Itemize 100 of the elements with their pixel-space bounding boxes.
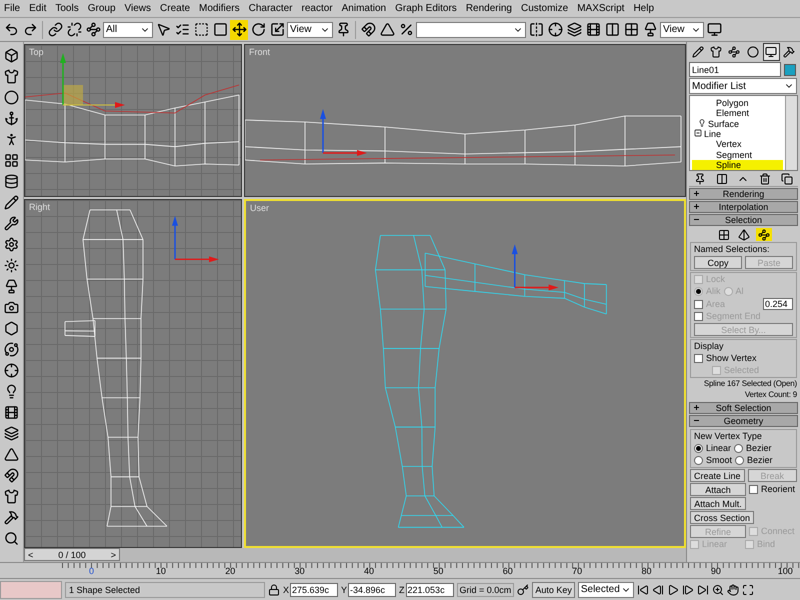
- selection-filter-dropdown[interactable]: All: [103, 22, 153, 38]
- side-tool-button[interactable]: [2, 487, 20, 505]
- named-selection-dropdown[interactable]: [416, 22, 526, 38]
- modifier-stack-item[interactable]: Spline: [692, 160, 783, 170]
- segment-end-checkbox[interactable]: [694, 312, 703, 321]
- menu-item[interactable]: Create: [160, 3, 190, 14]
- coordinate-field[interactable]: 275.639c: [290, 582, 338, 596]
- menu-item[interactable]: Rendering: [466, 3, 512, 14]
- view-dropdown[interactable]: View: [660, 22, 704, 38]
- triangle-icon: [4, 446, 19, 462]
- link-icon: [48, 22, 62, 37]
- radio-button[interactable]: [734, 444, 744, 453]
- reorient-checkbox[interactable]: [749, 485, 758, 494]
- frame-counter[interactable]: < 0 / 100 >: [24, 548, 120, 561]
- radio-button[interactable]: [724, 287, 733, 296]
- menu-item[interactable]: Graph Editors: [395, 3, 457, 14]
- modifier-stack-item[interactable]: Element: [692, 108, 783, 119]
- rollout-header[interactable]: Soft Selection: [689, 402, 798, 414]
- side-tool-button[interactable]: [2, 193, 20, 211]
- list-icon: [174, 22, 190, 37]
- radio-button[interactable]: [694, 456, 703, 465]
- modifier-stack-item[interactable]: Vertex: [692, 139, 783, 150]
- reference-coordinate-dropdown[interactable]: View: [287, 22, 333, 38]
- toolbar-button[interactable]: [546, 20, 564, 40]
- subobject-level-button[interactable]: [736, 228, 752, 241]
- menu-item[interactable]: Customize: [520, 3, 568, 14]
- modifier-stack-item[interactable]: Segment: [692, 149, 783, 160]
- coordinate-field[interactable]: 221.053c: [406, 582, 454, 596]
- object-name-field[interactable]: Line01: [689, 62, 781, 77]
- color-swatch[interactable]: [784, 64, 796, 76]
- rollout-header[interactable]: Interpolation: [689, 201, 798, 213]
- subobject-level-button[interactable]: [756, 228, 772, 241]
- attach-button[interactable]: Attach: [690, 483, 746, 496]
- coordinate-field[interactable]: -34.896c: [348, 582, 396, 596]
- menu-item[interactable]: MAXScript: [577, 3, 624, 14]
- panel-tab[interactable]: [762, 43, 780, 61]
- radio-button[interactable]: [694, 287, 703, 296]
- side-tool-button[interactable]: [2, 361, 20, 379]
- collapse-icon[interactable]: [694, 128, 702, 137]
- frame-label: 20: [225, 566, 236, 576]
- menu-item[interactable]: Help: [633, 3, 654, 14]
- toolbar-button[interactable]: [359, 20, 377, 40]
- nodes-icon: [86, 22, 100, 37]
- axis-gizmo-icon[interactable]: [512, 244, 559, 290]
- side-tool-button[interactable]: [2, 46, 20, 64]
- menu-item[interactable]: File: [4, 3, 20, 14]
- area-checkbox[interactable]: [694, 300, 703, 308]
- create-line-button[interactable]: Create Line: [690, 469, 745, 482]
- group-label: Named Selections:: [694, 244, 771, 255]
- modifier-list-dropdown[interactable]: Modifier List: [689, 78, 797, 94]
- pin-icon: [336, 22, 350, 37]
- menu-item[interactable]: Modifiers: [199, 3, 240, 14]
- menu-item[interactable]: Character: [248, 3, 293, 14]
- shirt-icon: [4, 68, 19, 84]
- attach-mult-button[interactable]: Attach Mult.: [690, 497, 746, 510]
- side-tool-button[interactable]: [2, 424, 20, 442]
- side-tool-button[interactable]: [2, 88, 20, 106]
- side-tool-button[interactable]: [2, 67, 20, 85]
- side-tool-button[interactable]: [2, 109, 20, 127]
- rollout-header[interactable]: Geometry: [689, 415, 798, 427]
- frame-label: 60: [502, 566, 513, 576]
- pencil-icon: [4, 194, 19, 210]
- menu-item[interactable]: Animation: [342, 3, 386, 14]
- menu-item[interactable]: Views: [124, 3, 152, 14]
- move-icon: [232, 22, 246, 37]
- toolbar-button[interactable]: [565, 20, 583, 40]
- rollout-header[interactable]: Rendering: [689, 188, 798, 200]
- side-tool-button[interactable]: [2, 340, 20, 358]
- menu-item[interactable]: Edit: [29, 3, 46, 14]
- tool-button[interactable]: [230, 20, 248, 40]
- side-tool-button[interactable]: [2, 466, 20, 484]
- area-input-field[interactable]: 0.254: [763, 298, 793, 310]
- toolbar-button[interactable]: [84, 20, 102, 40]
- toolbar-button[interactable]: [46, 20, 64, 40]
- menu-item[interactable]: reactor: [302, 3, 333, 14]
- radio-button[interactable]: [735, 456, 744, 465]
- menu-item[interactable]: Tools: [55, 3, 79, 14]
- lightbulb-icon[interactable]: [698, 118, 706, 127]
- side-tool-button[interactable]: [2, 214, 20, 232]
- scrollbar[interactable]: [785, 96, 797, 170]
- hammer-icon: [783, 46, 796, 58]
- rollout-header[interactable]: Selection: [689, 214, 798, 226]
- modifier-stack-item[interactable]: Polygon: [692, 98, 783, 108]
- cross-section-button[interactable]: Cross Section: [690, 511, 754, 524]
- side-tool-button[interactable]: [2, 256, 20, 274]
- shirt-icon: [4, 488, 19, 504]
- menu-item[interactable]: Group: [88, 3, 116, 14]
- side-tool-button[interactable]: [2, 319, 20, 337]
- radio-button[interactable]: [694, 444, 703, 453]
- frame-label: 0: [89, 566, 94, 576]
- side-tool-button[interactable]: [2, 235, 20, 253]
- key-mode-dropdown[interactable]: Selected: [578, 582, 634, 598]
- side-tool-button[interactable]: [2, 172, 20, 190]
- toolbar-button[interactable]: [65, 20, 83, 40]
- show-vertex-checkbox[interactable]: [694, 354, 703, 363]
- axis-gizmo-icon[interactable]: [320, 109, 367, 156]
- auto-key-button[interactable]: Auto Key: [532, 582, 575, 598]
- named-selection-button[interactable]: Copy: [694, 256, 742, 269]
- modifier-stack-item[interactable]: Line: [692, 128, 783, 140]
- modifier-stack-item[interactable]: Surface: [692, 118, 783, 129]
